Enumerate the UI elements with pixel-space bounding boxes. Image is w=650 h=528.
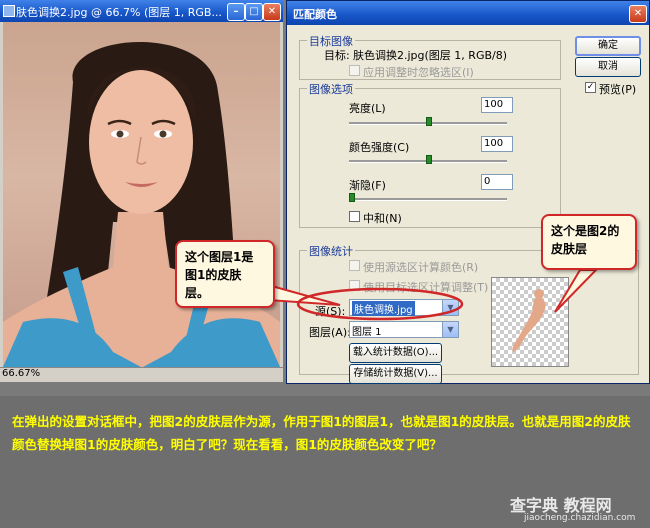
watermark-url: jiaocheng.chazidian.com: [524, 513, 636, 523]
caption-text: 在弹出的设置对话框中，把图2的皮肤层作为源，作用于图1的图层1，也就是图1的皮肤…: [12, 414, 631, 452]
callout-layer2: 这个是图2的皮肤层: [541, 214, 637, 270]
caption-panel: 在弹出的设置对话框中，把图2的皮肤层作为源，作用于图1的图层1，也就是图1的皮肤…: [0, 396, 650, 528]
callout-pointers: [267, 269, 599, 321]
callout-layer1: 这个图层1是图1的皮肤层。: [175, 240, 275, 308]
